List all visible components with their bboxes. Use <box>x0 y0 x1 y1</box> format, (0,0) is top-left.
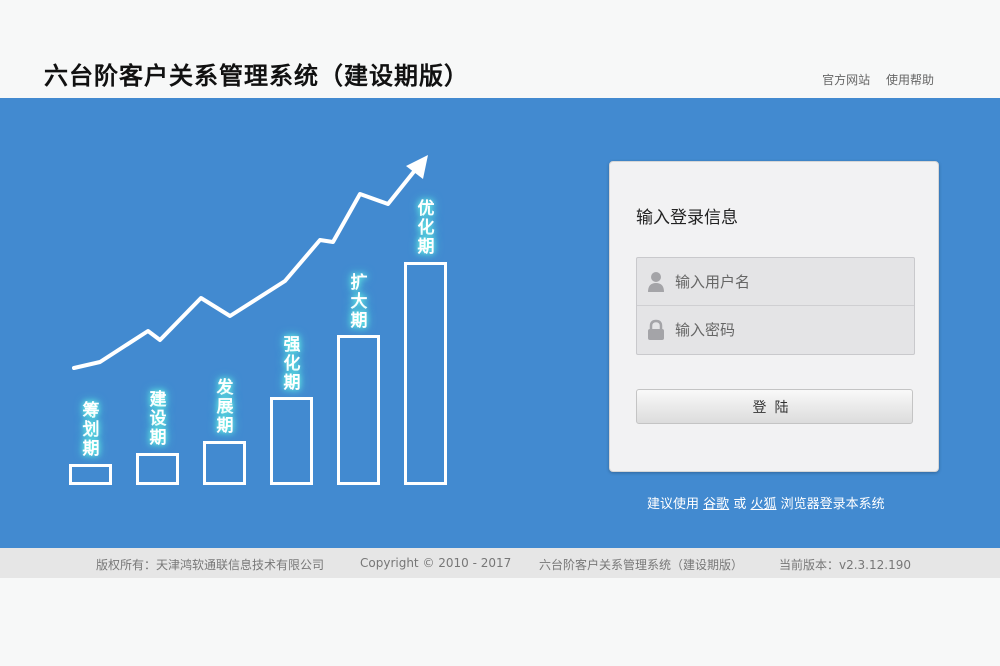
browser-tip-prefix: 建议使用 <box>647 497 700 512</box>
footer-copyright: Copyright © 2010 - 2017 <box>360 556 512 570</box>
login-button[interactable]: 登陆 <box>636 389 913 424</box>
footer-product: 六台阶客户关系管理系统（建设期版） <box>539 558 744 572</box>
stage-label-strengthening: 强化期 <box>283 335 301 393</box>
stage-bar-optimizing <box>404 262 447 485</box>
credentials-group <box>636 257 915 355</box>
stage-label-optimizing: 优化期 <box>417 199 435 257</box>
username-input[interactable] <box>675 270 905 294</box>
growth-illustration: 筹划期 建设期 发展期 强化期 扩大期 优化期 <box>0 98 560 548</box>
footer-version: 当前版本：v2.3.12.190 <box>779 558 911 572</box>
browser-tip-or: 或 <box>733 497 747 512</box>
header: 六台阶客户关系管理系统（建设期版） 官方网站 使用帮助 <box>0 0 1000 98</box>
footer: 版权所有：天津鸿软通联信息技术有限公司 Copyright © 2010 - 2… <box>0 548 1000 578</box>
stage-bar-strengthening <box>270 397 313 485</box>
chrome-link[interactable]: 谷歌 <box>703 497 729 512</box>
stage-bar-developing <box>203 441 246 485</box>
stage-bar-planning <box>69 464 112 485</box>
banner: 筹划期 建设期 发展期 强化期 扩大期 优化期 输入登录信息 输入用户名 登陆 … <box>0 98 1000 548</box>
official-site-link[interactable]: 官方网站 <box>822 73 870 87</box>
user-icon <box>648 272 664 292</box>
browser-tip: 建议使用 谷歌 或 火狐 浏览器登录本系统 <box>647 493 885 512</box>
browser-tip-suffix: 浏览器登录本系统 <box>780 497 885 512</box>
password-row <box>637 306 914 354</box>
username-row <box>637 258 914 306</box>
stage-bar-expanding <box>337 335 380 485</box>
app-title: 六台阶客户关系管理系统（建设期版） <box>44 62 469 90</box>
firefox-link[interactable]: 火狐 <box>750 497 776 512</box>
password-input[interactable] <box>675 318 905 342</box>
stage-label-building: 建设期 <box>149 390 167 448</box>
login-panel: 输入登录信息 登陆 <box>609 161 939 472</box>
login-title: 输入登录信息 <box>636 208 738 228</box>
lock-icon <box>648 319 664 340</box>
stage-label-planning: 筹划期 <box>82 401 100 459</box>
stage-label-developing: 发展期 <box>216 378 234 436</box>
footer-owner: 版权所有：天津鸿软通联信息技术有限公司 <box>96 558 325 572</box>
stage-bar-building <box>136 453 179 485</box>
stage-label-expanding: 扩大期 <box>350 273 368 331</box>
top-links: 官方网站 使用帮助 <box>810 71 934 88</box>
help-link[interactable]: 使用帮助 <box>886 73 934 87</box>
